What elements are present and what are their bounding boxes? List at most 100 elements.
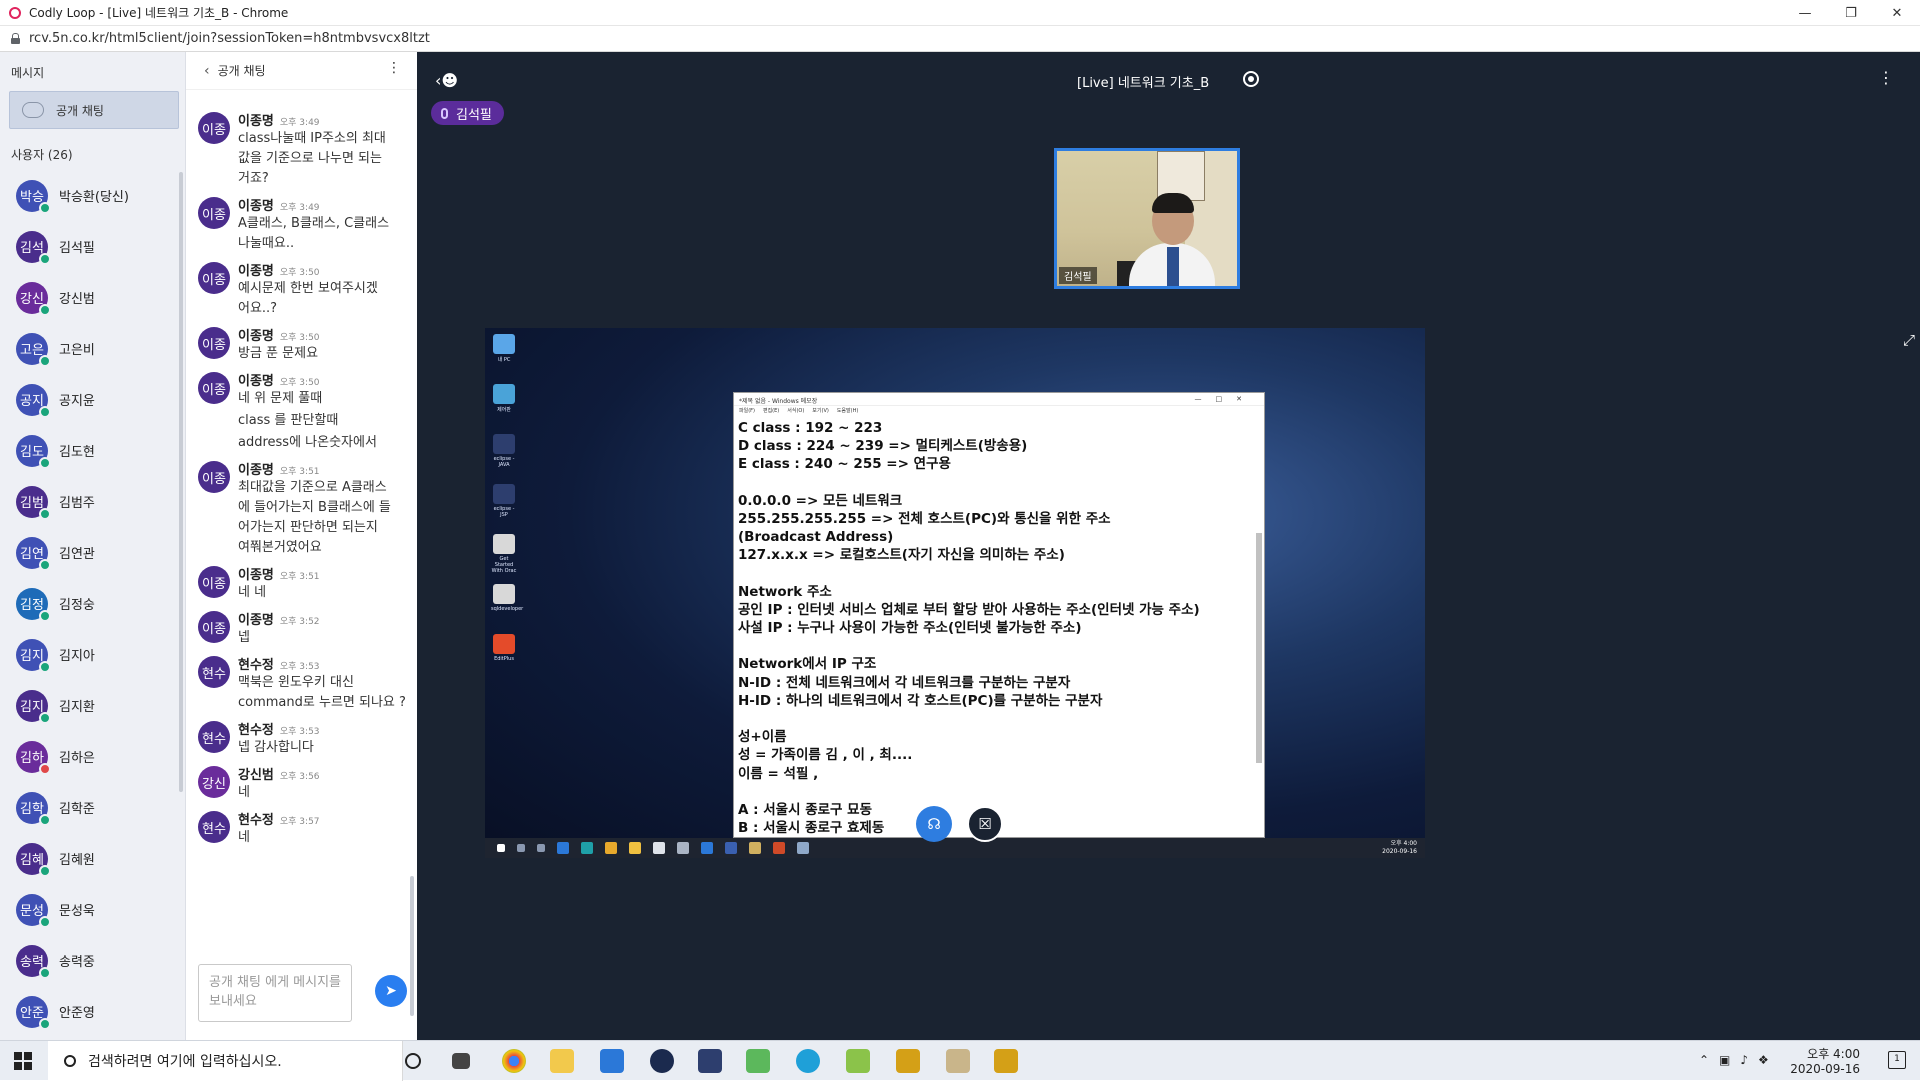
url-text[interactable]: rcv.5n.co.kr/html5client/join?sessionTok… — [29, 31, 430, 46]
message-body: 이종명 오후 3:49 A클래스, B클래스, C클래스 나눌때요.. — [238, 195, 408, 254]
file-explorer-icon[interactable] — [550, 1049, 574, 1073]
audio-button[interactable]: ☊ — [916, 806, 952, 842]
user-name: 문성욱 — [59, 904, 95, 919]
chat-bubble-icon — [22, 102, 44, 118]
notepad-menu-item: 파일(F) — [739, 408, 755, 414]
lock-icon[interactable] — [11, 33, 20, 44]
chrome-icon[interactable] — [502, 1049, 526, 1073]
user-list-item[interactable]: 김석 김석필 — [0, 221, 178, 272]
desktop-icon: sqldeveloper — [491, 584, 523, 612]
system-tray-icons[interactable]: ⌃▣♪❖ — [1699, 1053, 1779, 1067]
avatar-initials: 김정 — [20, 598, 44, 613]
app-icon[interactable] — [846, 1049, 870, 1073]
message-text: class나눌때 IP주소의 최대 — [238, 131, 386, 146]
user-list-item[interactable]: 송력 송력중 — [0, 935, 178, 986]
user-name: 김지환 — [59, 700, 95, 715]
user-list-item[interactable]: 김범 김범주 — [0, 476, 178, 527]
fullscreen-icon[interactable]: ⤢ — [1903, 331, 1915, 349]
close-icon[interactable]: ✕ — [1874, 0, 1920, 26]
video-off-button[interactable]: ☒ — [967, 806, 1003, 842]
media-player-icon[interactable] — [746, 1049, 770, 1073]
status-indicator-icon — [39, 762, 51, 775]
user-list-item[interactable]: 강신 강신범 — [0, 272, 178, 323]
user-name: 김도현 — [59, 445, 95, 460]
taskbar-search-box[interactable]: 검색하려면 여기에 입력하십시오. — [48, 1041, 403, 1081]
chat-message: 이종 이종명 오후 3:49 A클래스, B클래스, C클래스 나눌때요.. — [186, 195, 417, 254]
avatar: 김연 — [16, 536, 51, 571]
status-indicator-icon — [39, 966, 51, 979]
windows-start-icon[interactable] — [14, 1052, 32, 1070]
chat-scrollbar[interactable] — [410, 876, 414, 1016]
message-time: 오후 3:50 — [279, 378, 320, 388]
taskbar-clock[interactable]: 오후 4:00 2020-09-16 — [1790, 1047, 1860, 1077]
user-list-item[interactable]: 고은 고은비 — [0, 323, 178, 374]
edge-icon[interactable] — [796, 1049, 820, 1073]
user-list-item[interactable]: 박승 박승환(당신) — [0, 170, 178, 221]
user-list-item[interactable]: 문성 문성욱 — [0, 884, 178, 935]
user-list-item[interactable]: 김지 김지환 — [0, 680, 178, 731]
taskbar-time: 오후 4:00 — [1807, 1047, 1860, 1061]
avatar: 이종 — [198, 197, 230, 229]
user-list-item[interactable]: 김하 김하은 — [0, 731, 178, 782]
paint-icon[interactable] — [946, 1049, 970, 1073]
avatar-initials: 공지 — [20, 394, 44, 409]
mail-icon[interactable] — [600, 1049, 624, 1073]
codly-loop-icon[interactable] — [994, 1049, 1018, 1073]
remote-taskbar: 오후 4:00 2020-09-16 — [485, 838, 1425, 858]
sql-developer-icon[interactable] — [698, 1049, 722, 1073]
notepad-line — [738, 710, 1258, 728]
avatar-initials: 이종 — [202, 576, 226, 592]
chat-message: 강신 강신범 오후 3:56 네 — [186, 764, 417, 803]
user-name: 김혜원 — [59, 853, 95, 868]
message-text: 에 들어가는지 B클래스에 들 — [238, 500, 391, 515]
user-list-item[interactable]: 김정 김정숭 — [0, 578, 178, 629]
chat-message-input[interactable]: 공개 채팅 에게 메시지를 보내세요 — [198, 964, 352, 1022]
public-chat-item[interactable]: 공개 채팅 — [9, 91, 179, 129]
notepad-window-controls: —□✕ — [1194, 395, 1256, 403]
user-list-item[interactable]: 안준 안준영 — [0, 986, 178, 1037]
avatar: 김하 — [16, 740, 51, 775]
notepad-line: E class : 240 ~ 255 => 연구용 — [738, 456, 951, 473]
desktop-app-icon — [493, 384, 515, 404]
message-body: 현수정 오후 3:53 맥북은 윈도우키 대신 command로 누르면 되나요 ? — [238, 654, 408, 713]
message-text: 어요..? — [238, 301, 278, 316]
leave-user-icon[interactable]: ‹☻ — [435, 71, 458, 90]
chat-options-icon[interactable]: ⋮ — [387, 60, 401, 76]
task-view-icon[interactable] — [452, 1053, 470, 1069]
message-time: 오후 3:49 — [279, 203, 320, 213]
user-list-item[interactable]: 김지 김지아 — [0, 629, 178, 680]
codly-icon[interactable] — [896, 1049, 920, 1073]
message-author: 이종명 오후 3:50 — [238, 260, 408, 279]
back-chevron-icon[interactable]: ‹ — [204, 63, 210, 79]
user-list-scrollbar[interactable] — [179, 172, 183, 792]
message-author-name: 이종명 — [238, 114, 274, 129]
message-text: 네 위 문제 풀때 — [238, 391, 323, 406]
avatar: 강신 — [16, 281, 51, 316]
cortana-icon[interactable] — [405, 1053, 421, 1069]
send-button[interactable]: ➤ — [375, 975, 407, 1007]
stage-options-icon[interactable]: ⋮ — [1878, 68, 1894, 87]
user-list-item[interactable]: 김혜 김혜원 — [0, 833, 178, 884]
search-icon — [64, 1055, 76, 1067]
address-bar[interactable]: rcv.5n.co.kr/html5client/join?sessionTok… — [0, 26, 1920, 52]
message-author: 현수정 오후 3:57 — [238, 809, 408, 828]
users-header: 사용자 (26) — [11, 148, 73, 162]
user-list-item[interactable]: 공지 공지윤 — [0, 374, 178, 425]
message-author-name: 현수정 — [238, 658, 274, 673]
maximize-icon[interactable]: ❐ — [1828, 0, 1874, 26]
user-list-item[interactable]: 김학 김학준 — [0, 782, 178, 833]
recording-icon[interactable] — [1243, 71, 1259, 87]
user-list-item[interactable]: 김연 김연관 — [0, 527, 178, 578]
eclipse-icon[interactable] — [650, 1049, 674, 1073]
notification-icon[interactable]: 1 — [1888, 1051, 1906, 1069]
notepad-menu-item: 보기(V) — [812, 408, 829, 414]
notepad-line: H-ID : 하나의 네트워크에서 각 호스트(PC)를 구분하는 구분자 — [738, 692, 1103, 709]
notepad-line: 공인 IP : 인터넷 서비스 업체로 부터 할당 받아 사용하는 주소(인터넷… — [738, 601, 1200, 618]
notepad-menu-item: 편집(E) — [762, 408, 780, 414]
user-list-item[interactable]: 김도 김도현 — [0, 425, 178, 476]
message-text: 나눌때요.. — [238, 236, 295, 251]
avatar-initials: 김도 — [20, 445, 44, 460]
desktop-app-icon — [493, 634, 515, 654]
presenter-webcam[interactable]: 김석필 — [1054, 148, 1240, 289]
minimize-icon[interactable]: — — [1782, 0, 1828, 26]
